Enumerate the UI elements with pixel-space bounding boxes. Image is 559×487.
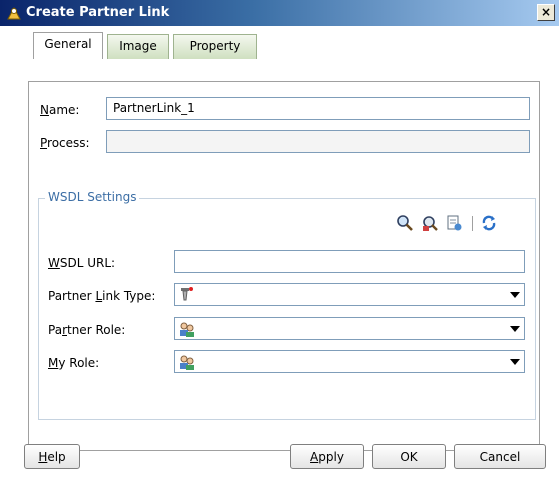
refresh-icon[interactable]	[480, 214, 498, 232]
my-role-label: My Role:	[48, 356, 100, 370]
tab-property[interactable]: Property	[173, 34, 257, 59]
partner-link-type-label: Partner Link Type:	[48, 289, 156, 303]
ok-button[interactable]: OK	[372, 444, 446, 469]
import-icon[interactable]	[445, 214, 463, 232]
partner-role-label: Partner Role:	[48, 323, 126, 337]
cancel-button[interactable]: Cancel	[454, 444, 546, 469]
tab-label: Property	[189, 39, 241, 53]
button-label: OK	[400, 450, 418, 464]
process-label: Process:	[40, 136, 90, 150]
chevron-down-icon	[510, 326, 520, 332]
link-type-icon	[178, 286, 196, 304]
help-button[interactable]: Help	[24, 444, 80, 469]
partner-link-type-select[interactable]	[174, 283, 525, 306]
partner-role-select[interactable]	[174, 317, 525, 340]
dialog-body: General Image Property Name: PartnerLink…	[0, 26, 559, 487]
close-icon: ×	[540, 5, 552, 19]
close-button[interactable]: ×	[537, 4, 555, 21]
my-role-select[interactable]	[174, 350, 525, 373]
name-input[interactable]: PartnerLink_1	[106, 97, 530, 120]
button-label: pply	[318, 450, 344, 464]
title-bar[interactable]: Create Partner Link ×	[0, 0, 559, 26]
toolbar-separator	[472, 216, 473, 231]
button-label: Cancel	[479, 450, 521, 464]
tab-label: General	[44, 37, 92, 51]
tab-image[interactable]: Image	[107, 34, 169, 59]
button-mnemonic: H	[38, 450, 48, 464]
wsdl-settings-legend: WSDL Settings	[45, 190, 140, 204]
role-icon	[178, 353, 196, 371]
chevron-down-icon	[510, 292, 520, 298]
role-icon	[178, 320, 196, 338]
button-label: elp	[47, 450, 66, 464]
wsdl-url-label: WSDL URL:	[48, 256, 116, 270]
name-label: Name:	[40, 103, 80, 117]
chevron-down-icon	[510, 359, 520, 365]
partner-link-icon	[6, 5, 22, 21]
browse-icon[interactable]	[421, 214, 439, 232]
tab-general[interactable]: General	[33, 32, 103, 59]
apply-button[interactable]: Apply	[290, 444, 364, 469]
dialog-title: Create Partner Link	[26, 5, 170, 20]
search-icon[interactable]	[396, 214, 414, 232]
process-input[interactable]	[106, 130, 530, 153]
wsdl-url-input[interactable]	[174, 250, 525, 273]
tab-label: Image	[119, 39, 157, 53]
